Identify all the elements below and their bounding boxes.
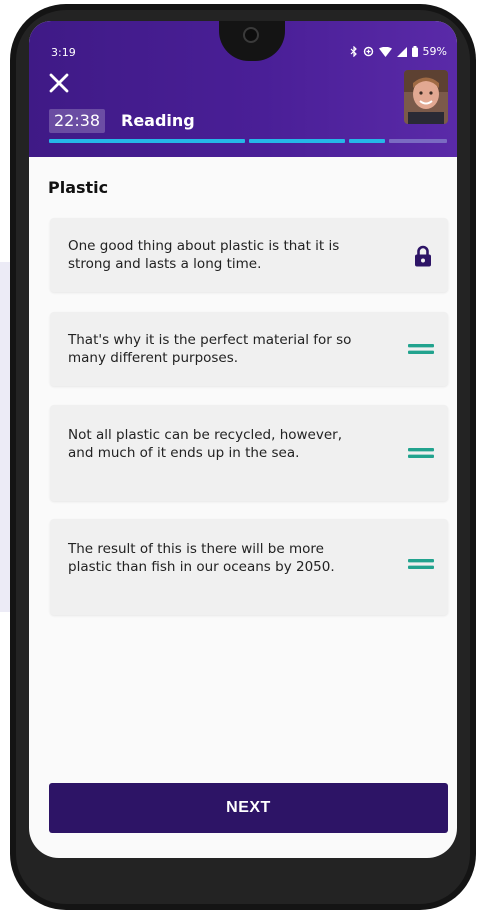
progress-bar: [49, 139, 447, 143]
drag-handle-icon[interactable]: [408, 446, 434, 460]
sentence-text: One good thing about plastic is that it …: [68, 238, 340, 272]
avatar[interactable]: [404, 70, 448, 124]
app-screen: 3:19 59% 22:38 Reading Plastic One good …: [29, 21, 457, 858]
battery-icon: [411, 46, 418, 57]
drag-handle-icon[interactable]: [408, 557, 434, 571]
progress-segment: [349, 139, 385, 143]
avatar-image: [404, 70, 448, 124]
camera-icon: [243, 27, 259, 43]
status-icons: 59%: [350, 45, 447, 58]
sentence-card[interactable]: Not all plastic can be recycled, however…: [50, 405, 448, 501]
task-title: Plastic: [48, 178, 109, 197]
sentence-text: Not all plastic can be recycled, however…: [68, 427, 343, 461]
progress-segment: [49, 139, 245, 143]
header-bar: 3:19 59% 22:38 Reading: [29, 21, 457, 157]
bluetooth-icon: [350, 46, 357, 57]
data-saver-icon: [363, 46, 373, 57]
close-icon[interactable]: [47, 71, 71, 95]
lock-icon: [415, 245, 431, 267]
status-time: 3:19: [51, 46, 76, 59]
progress-segment: [249, 139, 345, 143]
next-button[interactable]: NEXT: [49, 783, 448, 833]
sentence-text: The result of this is there will be more…: [68, 541, 335, 575]
drag-handle-icon[interactable]: [408, 342, 434, 356]
sentence-card[interactable]: The result of this is there will be more…: [50, 519, 448, 615]
sentence-card: One good thing about plastic is that it …: [50, 218, 448, 292]
wifi-icon: [378, 46, 392, 57]
camera-notch: [219, 21, 285, 61]
signal-icon: [396, 46, 407, 57]
progress-segment: [389, 139, 447, 143]
battery-percent: 59%: [422, 45, 447, 58]
section-title: Reading: [121, 111, 195, 130]
timer: 22:38: [49, 109, 106, 133]
sentence-card[interactable]: That's why it is the perfect material fo…: [50, 312, 448, 386]
sentence-text: That's why it is the perfect material fo…: [68, 332, 352, 366]
